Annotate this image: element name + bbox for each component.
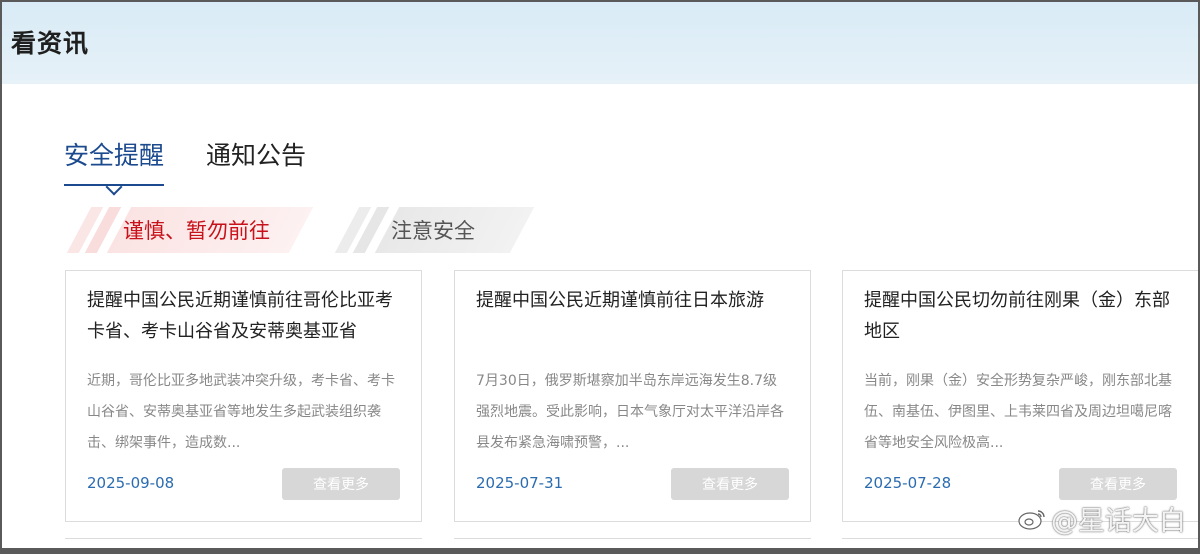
next-card-edge xyxy=(65,538,422,548)
app-frame: 看资讯 安全提醒 通知公告 谨慎、暂勿前往 注意安全 提醒中国公民近期谨慎前往哥… xyxy=(0,0,1200,554)
card-summary: 当前，刚果（金）安全形势复杂严峻，刚东部北基伍、南基伍、伊图里、上韦莱四省及周边… xyxy=(864,373,1172,451)
news-card-list: 提醒中国公民近期谨慎前往哥伦比亚考卡省、考卡山谷省及安蒂奥基亚省 近期，哥伦比亚… xyxy=(65,270,1198,539)
filter-label: 谨慎、暂勿前往 xyxy=(123,219,270,243)
card-summary: 近期，哥伦比亚多地武装冲突升级，考卡省、考卡山谷省、安蒂奥基亚省等地发生多起武装… xyxy=(87,373,395,451)
tab-label: 通知公告 xyxy=(206,141,307,170)
filter-label: 注意安全 xyxy=(391,219,475,243)
filter-stay-safe[interactable]: 注意安全 xyxy=(334,207,535,253)
news-card[interactable]: 提醒中国公民近期谨慎前往哥伦比亚考卡省、考卡山谷省及安蒂奥基亚省 近期，哥伦比亚… xyxy=(65,270,422,522)
tab-bar: 安全提醒 通知公告 xyxy=(64,136,306,196)
tab-notice[interactable]: 通知公告 xyxy=(206,136,306,186)
news-card[interactable]: 提醒中国公民近期谨慎前往日本旅游 7月30日，俄罗斯堪察加半岛东岸远海发生8.7… xyxy=(454,270,811,522)
page-title: 看资讯 xyxy=(11,29,90,58)
tab-indicator-caret xyxy=(105,178,123,196)
weibo-icon xyxy=(1018,509,1045,530)
tab-safety-reminder[interactable]: 安全提醒 xyxy=(64,136,165,196)
card-summary: 7月30日，俄罗斯堪察加半岛东岸远海发生8.7级强烈地震。受此影响，日本气象厅对… xyxy=(476,373,784,451)
view-more-button[interactable]: 查看更多 xyxy=(1059,468,1177,500)
next-card-edge xyxy=(454,538,811,548)
filter-caution-do-not-travel[interactable]: 谨慎、暂勿前往 xyxy=(66,207,317,253)
content-panel: 安全提醒 通知公告 谨慎、暂勿前往 注意安全 提醒中国公民近期谨慎前往哥伦比亚考… xyxy=(12,84,1198,548)
card-date: 2025-07-28 xyxy=(864,474,952,492)
view-more-button[interactable]: 查看更多 xyxy=(282,468,400,500)
view-more-button[interactable]: 查看更多 xyxy=(671,468,789,500)
card-date: 2025-09-08 xyxy=(87,474,175,492)
card-title[interactable]: 提醒中国公民切勿前往刚果（金）东部地区 xyxy=(864,285,1180,347)
card-date: 2025-07-31 xyxy=(476,474,564,492)
watermark: @星话大白 xyxy=(1017,499,1186,538)
tab-label: 安全提醒 xyxy=(64,141,165,170)
news-card[interactable]: 提醒中国公民切勿前往刚果（金）东部地区 当前，刚果（金）安全形势复杂严峻，刚东部… xyxy=(842,270,1198,522)
card-title[interactable]: 提醒中国公民近期谨慎前往日本旅游 xyxy=(476,285,792,316)
level-filters: 谨慎、暂勿前往 注意安全 xyxy=(66,207,537,253)
watermark-text: @星话大白 xyxy=(1051,506,1186,537)
next-card-edge xyxy=(842,538,1198,548)
card-title[interactable]: 提醒中国公民近期谨慎前往哥伦比亚考卡省、考卡山谷省及安蒂奥基亚省 xyxy=(87,285,403,347)
